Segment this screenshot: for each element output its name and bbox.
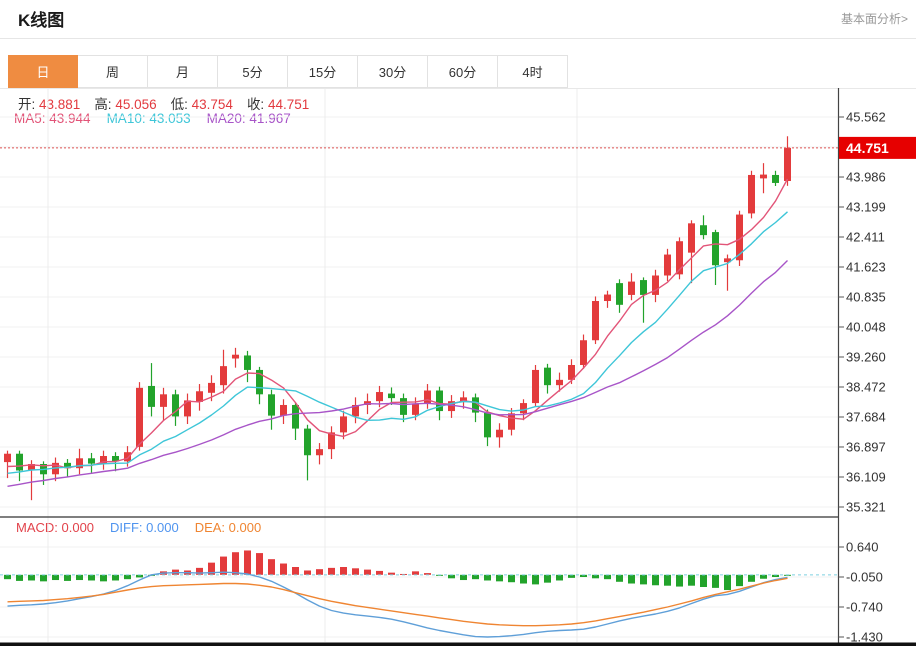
period-tab-0[interactable]: 日 xyxy=(8,55,78,88)
kline-chart[interactable]: 45.562 43.986 43.199 42.411 41.623 40.835 40.0… xyxy=(0,88,916,648)
svg-text:38.472: 38.472 xyxy=(846,380,886,395)
ma5-line xyxy=(7,178,789,469)
svg-text:40.048: 40.048 xyxy=(846,319,886,334)
kline-widget: K线图 基本面分析> 日周月 5分 15分 30分 60分 4时 开: 43.881 高: … xyxy=(0,0,916,648)
svg-text:-0.740: -0.740 xyxy=(846,600,883,615)
period-tab-1[interactable]: 周 xyxy=(78,55,148,88)
svg-text:41.623: 41.623 xyxy=(846,260,886,275)
svg-text:39.260: 39.260 xyxy=(846,349,886,364)
period-tabs: 日周月 5分 15分 30分 60分 4时 xyxy=(8,55,568,88)
ma10-line xyxy=(7,211,788,474)
svg-text:-1.430: -1.430 xyxy=(846,630,883,645)
svg-text:40.835: 40.835 xyxy=(846,290,886,305)
period-tab-2[interactable]: 月 xyxy=(148,55,218,88)
svg-text:43.199: 43.199 xyxy=(846,199,886,214)
price-axis-labels: 45.562 43.986 43.199 42.411 41.623 40.835 40.0… xyxy=(838,110,886,645)
macd-histogram xyxy=(4,550,791,591)
period-tab-7[interactable]: 4时 xyxy=(498,55,568,88)
page-title: K线图 xyxy=(18,11,65,30)
svg-text:44.751: 44.751 xyxy=(846,140,889,156)
period-tab-5[interactable]: 30分 xyxy=(358,55,428,88)
period-tab-3[interactable]: 5分 xyxy=(218,55,288,88)
current-price-tag: 44.751 xyxy=(839,136,916,159)
svg-text:43.986: 43.986 xyxy=(846,170,886,185)
period-tab-6[interactable]: 60分 xyxy=(428,55,498,88)
svg-text:35.321: 35.321 xyxy=(846,500,886,515)
svg-text:36.897: 36.897 xyxy=(846,439,886,454)
svg-text:42.411: 42.411 xyxy=(846,229,885,244)
period-tab-4[interactable]: 15分 xyxy=(288,55,358,88)
svg-text:37.684: 37.684 xyxy=(846,410,886,425)
gridlines xyxy=(0,88,916,642)
candles-layer xyxy=(4,136,791,501)
svg-text:-0.050: -0.050 xyxy=(846,570,883,585)
fundamental-analysis-link[interactable]: 基本面分析> xyxy=(841,10,908,27)
header-divider xyxy=(0,38,916,39)
bottom-axis-bar xyxy=(0,642,916,646)
svg-text:45.562: 45.562 xyxy=(846,110,886,125)
svg-text:36.109: 36.109 xyxy=(846,469,886,484)
svg-text:0.640: 0.640 xyxy=(846,540,879,555)
